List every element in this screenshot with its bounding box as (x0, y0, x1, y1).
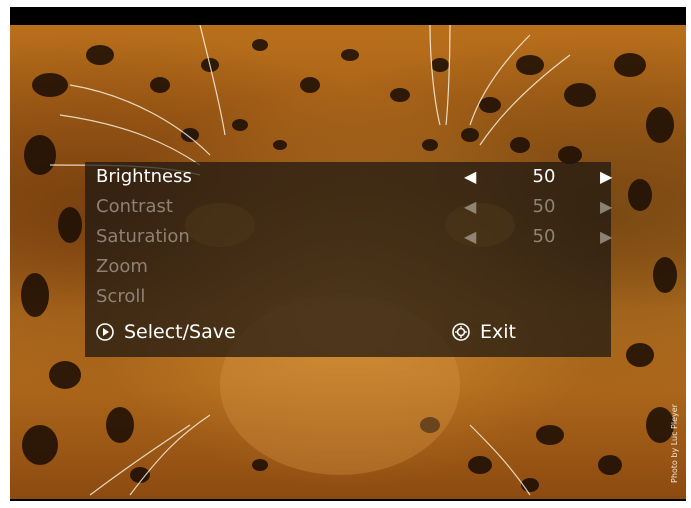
exit-hint[interactable]: Exit (452, 317, 516, 347)
saturation-label: Saturation (96, 226, 190, 247)
menu-item-brightness[interactable]: Brightness ◀ 50 ▶ (96, 162, 612, 192)
saturation-value: 50 (532, 226, 556, 247)
menu-footer: Select/Save Exit (96, 317, 606, 347)
gear-circle-icon (452, 323, 470, 341)
play-circle-icon (96, 323, 114, 341)
menu-item-contrast[interactable]: Contrast ◀ 50 ▶ (96, 192, 612, 222)
photo-credit: Photo by Luc Pleyer (670, 404, 679, 483)
brightness-label: Brightness (96, 166, 192, 187)
menu-item-scroll[interactable]: Scroll (96, 282, 606, 312)
select-save-hint[interactable]: Select/Save (96, 317, 236, 347)
brightness-value: 50 (532, 166, 556, 187)
exit-label: Exit (480, 321, 516, 343)
scroll-label: Scroll (96, 286, 146, 307)
saturation-increase-icon[interactable]: ▶ (600, 222, 612, 252)
saturation-decrease-icon[interactable]: ◀ (464, 222, 476, 252)
menu-item-saturation[interactable]: Saturation ◀ 50 ▶ (96, 222, 612, 252)
brightness-decrease-icon[interactable]: ◀ (464, 162, 476, 192)
menu-item-zoom[interactable]: Zoom (96, 252, 606, 282)
contrast-increase-icon[interactable]: ▶ (600, 192, 612, 222)
contrast-value: 50 (532, 196, 556, 217)
picture-settings-menu: Brightness ◀ 50 ▶ Contrast ◀ 50 ▶ Satura… (85, 162, 612, 357)
tv-screen: Photo by Luc Pleyer Brightness ◀ 50 ▶ Co… (10, 7, 686, 501)
zoom-label: Zoom (96, 256, 148, 277)
select-save-label: Select/Save (124, 321, 236, 343)
brightness-increase-icon[interactable]: ▶ (600, 162, 612, 192)
contrast-decrease-icon[interactable]: ◀ (464, 192, 476, 222)
contrast-label: Contrast (96, 196, 173, 217)
